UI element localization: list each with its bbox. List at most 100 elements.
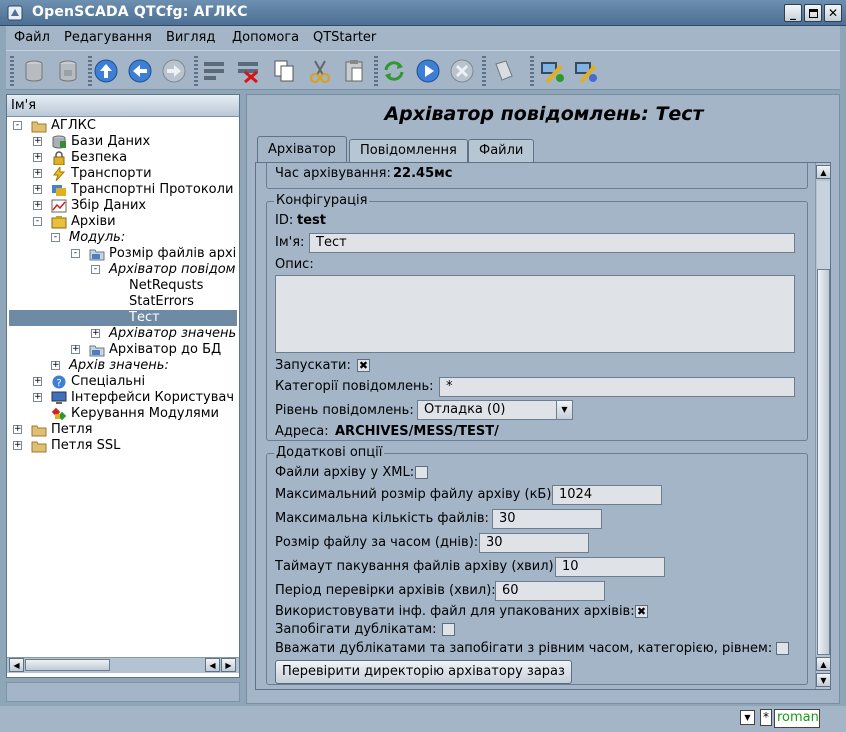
config-group: Конфігурація ID: test Ім'я: Тест Опис: З… [266,193,808,441]
cut-button[interactable] [304,55,336,87]
navigation-tree[interactable]: Ім'я - АГЛКС + Бази Даних + Безпека + Транспорт… [6,94,240,678]
expand-icon[interactable]: + [71,345,80,354]
pack-timeout-field[interactable]: 10 [555,557,665,577]
close-button[interactable]: ✕ [824,4,842,22]
tree-item[interactable]: Безпека [51,150,127,166]
content-vertical-scrollbar[interactable]: ▲ ▲ ▼ [815,163,830,689]
tree-item[interactable]: Бази Даних [51,134,150,150]
name-field[interactable]: Тест [309,233,795,253]
expand-icon[interactable]: + [91,329,100,338]
back-button[interactable] [124,55,156,87]
tree-header[interactable]: Ім'я [7,95,239,117]
expand-icon[interactable]: + [33,153,42,162]
menu-help[interactable]: Допомога [232,30,299,45]
tree-item[interactable]: Інтерфейси Користувач [51,390,234,406]
collapse-icon[interactable]: - [91,265,100,274]
categories-field[interactable]: * [439,377,795,397]
settings-button[interactable] [570,55,602,87]
status-dropdown-button[interactable]: ▼ [740,710,755,725]
scroll-up-button[interactable]: ▲ [816,165,830,179]
tree-item[interactable]: ? Спеціальні [51,374,145,390]
duplicates-equal-checkbox[interactable] [776,642,789,655]
expand-icon[interactable]: + [33,169,42,178]
info-button[interactable] [488,55,520,87]
scroll-track[interactable] [817,181,830,269]
max-files-field[interactable]: 30 [492,509,602,529]
use-info-file-checkbox[interactable]: ✖ [635,605,648,618]
app-icon [7,5,23,21]
scroll-thumb[interactable] [817,269,830,655]
tree-item[interactable]: Петля [31,422,92,438]
add-item-button[interactable] [198,55,230,87]
menu-file[interactable]: Файл [14,30,50,45]
tree-horizontal-scrollbar[interactable]: ◀ ◀ ▶ [7,657,239,673]
expand-icon[interactable]: + [33,137,42,146]
tree-item[interactable]: Розмір файлів архі [89,246,236,262]
menu-qtstarter[interactable]: QTStarter [313,30,376,45]
collapse-icon[interactable]: - [51,233,60,242]
collapse-icon[interactable]: - [13,121,22,130]
scroll-right-button[interactable]: ▶ [221,658,236,672]
tree-item[interactable]: Тест [9,310,237,326]
xml-files-checkbox[interactable] [415,466,428,479]
database-icon [51,135,67,149]
max-size-field[interactable]: 1024 [552,485,662,505]
tree-item[interactable]: Петля SSL [31,438,120,454]
status-user[interactable]: roman [774,709,820,728]
scroll-left-button[interactable]: ◀ [9,658,24,672]
tree-item[interactable]: Модуль: [69,230,125,246]
menu-view[interactable]: Вигляд [166,30,215,45]
tree-item[interactable]: Транспортні Протоколи [51,182,233,198]
tree-item[interactable]: Архів значень: [69,358,169,374]
copy-button[interactable] [268,55,300,87]
collapse-icon[interactable]: - [71,249,80,258]
check-period-field[interactable]: 60 [495,581,605,601]
tree-item[interactable]: Транспорти [51,165,152,182]
user-button[interactable] [536,55,568,87]
tab-archiver[interactable]: Архіватор [257,136,347,163]
scroll-left-button-2[interactable]: ◀ [205,658,220,672]
maximize-button[interactable] [804,4,822,22]
expand-icon[interactable]: + [33,377,42,386]
db-load-button[interactable] [18,55,50,87]
time-size-field[interactable]: 30 [479,533,589,553]
tree-item[interactable]: Архіватор повідом [109,262,235,278]
delete-item-button[interactable] [232,55,264,87]
stop-button[interactable] [446,55,478,87]
tree-item[interactable]: АГЛКС [31,118,96,134]
tree-item[interactable]: StatErrors [129,294,194,310]
expand-icon[interactable]: + [13,441,22,450]
paste-button[interactable] [338,55,370,87]
up-button[interactable] [90,55,122,87]
start-button[interactable] [412,55,444,87]
chevron-down-icon[interactable]: ▼ [556,401,572,419]
forward-button[interactable] [158,55,190,87]
check-archive-dir-button[interactable]: Перевірити директорію архіватору зараз [275,660,572,684]
tab-messages[interactable]: Повідомлення [349,139,468,162]
minimize-button[interactable]: _ [784,4,802,22]
tree-item[interactable]: Архіватор значень [109,326,236,342]
tree-item[interactable]: Архіватор до БД [89,342,221,358]
tree-item[interactable]: Збір Даних [51,198,146,214]
scroll-up-button-2[interactable]: ▲ [816,657,830,671]
level-select[interactable]: Отладка (0) ▼ [417,400,573,420]
scroll-thumb[interactable] [25,659,110,671]
expand-icon[interactable]: + [33,185,42,194]
expand-icon[interactable]: + [13,425,22,434]
db-save-button[interactable] [52,55,84,87]
collapse-icon[interactable]: - [33,217,42,226]
expand-icon[interactable]: + [51,361,60,370]
tab-files[interactable]: Файли [468,139,535,162]
scroll-down-button[interactable]: ▼ [816,673,830,687]
tree-item[interactable]: NetRequsts [129,278,203,294]
refresh-button[interactable] [378,55,410,87]
tree-item[interactable]: Керування Модулями [51,406,219,422]
prevent-duplicates-checkbox[interactable] [442,623,455,636]
expand-icon[interactable]: + [33,393,42,402]
tree-item[interactable]: Архіви [51,214,116,230]
description-field[interactable] [275,275,795,353]
menu-edit[interactable]: Редагування [64,30,152,45]
expand-icon[interactable]: + [33,201,42,210]
toolbar-grip[interactable] [10,56,14,86]
start-checkbox[interactable]: ✖ [357,359,370,372]
